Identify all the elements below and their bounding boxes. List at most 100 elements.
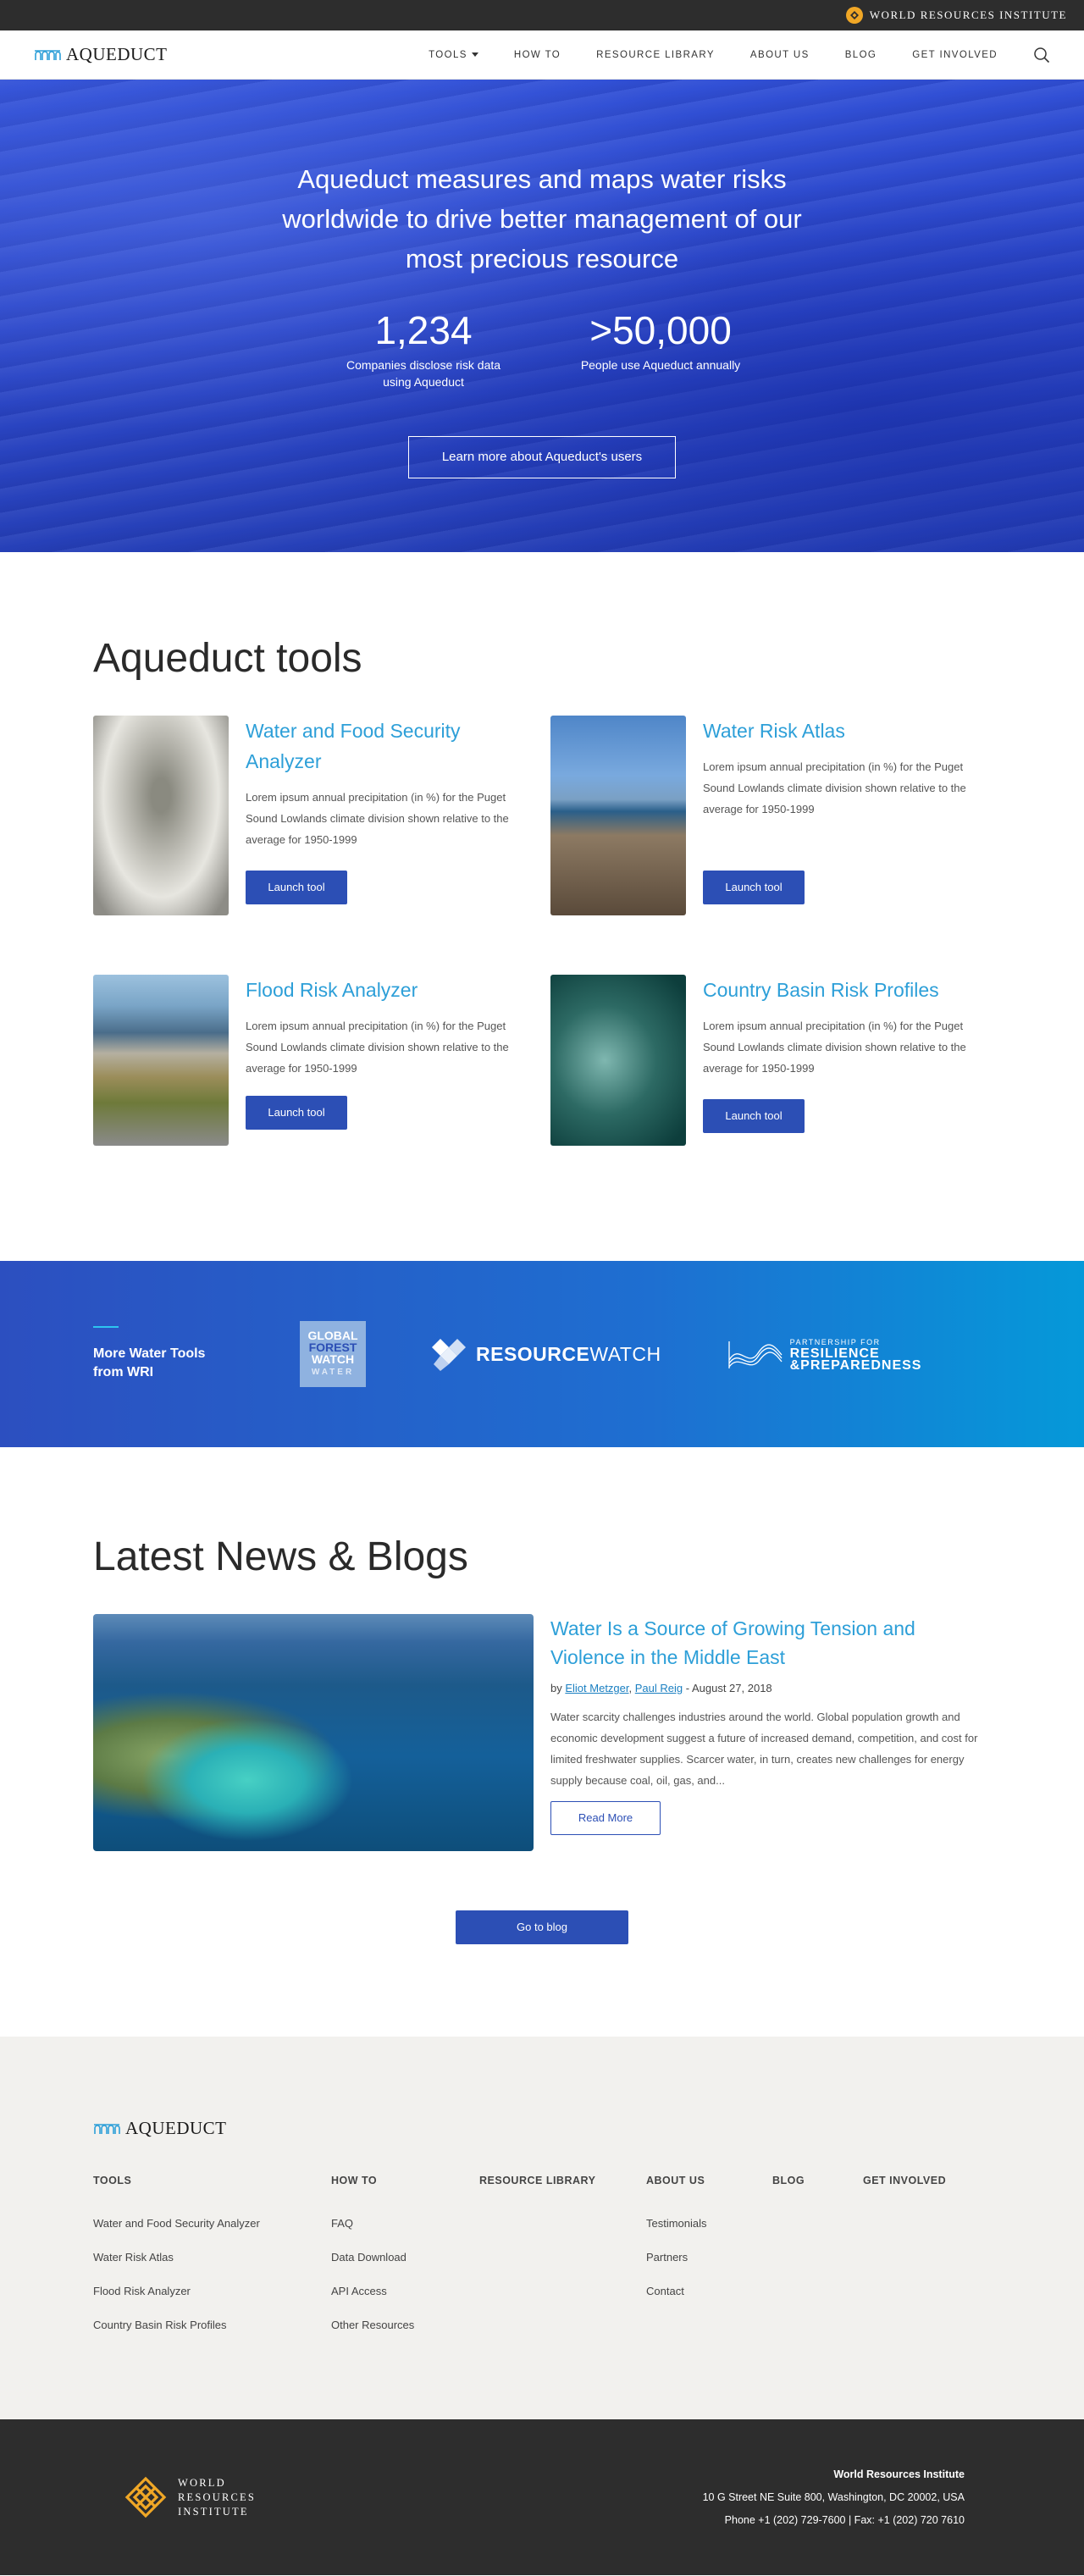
stat-label: Companies disclose risk data using Aqued… bbox=[346, 358, 501, 389]
global-forest-watch-water-logo[interactable]: GLOBAL FOREST WATCH WATER bbox=[300, 1321, 366, 1387]
footer-link[interactable]: Water Risk Atlas bbox=[93, 2251, 174, 2264]
prp-wave-icon bbox=[727, 1341, 783, 1368]
launch-tool-button[interactable]: Launch tool bbox=[246, 1096, 347, 1130]
footer-aqueduct-logo[interactable]: AQUEDUCT bbox=[93, 2118, 991, 2139]
aqueduct-logo-icon bbox=[35, 49, 61, 60]
footer-head-resource-library[interactable]: RESOURCE LIBRARY bbox=[479, 2175, 595, 2186]
tool-image bbox=[550, 716, 686, 915]
footer-col-tools: TOOLS Water and Food Security Analyzer W… bbox=[93, 2173, 331, 2342]
news-section: Latest News & Blogs Water Is a Source of… bbox=[0, 1447, 1084, 2037]
caret-down-icon bbox=[471, 53, 478, 57]
footer-head-tools[interactable]: TOOLS bbox=[93, 2175, 131, 2186]
tool-title[interactable]: Water Risk Atlas bbox=[703, 720, 845, 742]
footer-link[interactable]: FAQ bbox=[331, 2217, 353, 2230]
rw-rest: WATCH bbox=[589, 1342, 661, 1365]
aqueduct-logo[interactable]: AQUEDUCT bbox=[34, 44, 168, 65]
resource-watch-icon bbox=[432, 1339, 466, 1371]
prp-line2: &PREPAREDNESS bbox=[789, 1358, 922, 1373]
wri-footer-wordmark: WORLD RESOURCES INSTITUTE bbox=[178, 2476, 256, 2519]
article-date: - August 27, 2018 bbox=[683, 1682, 772, 1694]
launch-tool-button[interactable]: Launch tool bbox=[703, 1099, 805, 1133]
author-link[interactable]: Eliot Metzger bbox=[565, 1682, 628, 1694]
wri-line1: WORLD bbox=[178, 2476, 226, 2489]
partnership-resilience-logo[interactable]: PARTNERSHIP FOR RESILIENCE &PREPAREDNESS bbox=[727, 1335, 922, 1374]
tool-card-country-basin: Country Basin Risk Profiles Lorem ipsum … bbox=[550, 975, 1008, 1169]
footer-link[interactable]: Flood Risk Analyzer bbox=[93, 2285, 191, 2297]
wri-top-label: WORLD RESOURCES INSTITUTE bbox=[869, 8, 1067, 21]
tool-title[interactable]: Flood Risk Analyzer bbox=[246, 979, 418, 1001]
footer-link[interactable]: Testimonials bbox=[646, 2217, 707, 2230]
tool-card-water-risk-atlas: Water Risk Atlas Lorem ipsum annual prec… bbox=[550, 716, 1008, 975]
nav-resource-library[interactable]: RESOURCE LIBRARY bbox=[596, 50, 715, 60]
hero-stats: 1,234 Companies disclose risk data using… bbox=[0, 309, 1084, 390]
footer: AQUEDUCT TOOLS Water and Food Security A… bbox=[0, 2037, 1084, 2419]
footer-columns: TOOLS Water and Food Security Analyzer W… bbox=[93, 2173, 991, 2342]
author-link[interactable]: Paul Reig bbox=[635, 1682, 683, 1694]
nav-how-to[interactable]: HOW TO bbox=[514, 50, 561, 60]
footer-head-about-us[interactable]: ABOUT US bbox=[646, 2175, 705, 2186]
tool-image bbox=[550, 975, 686, 1146]
footer-link[interactable]: Data Download bbox=[331, 2251, 406, 2264]
footer-link[interactable]: Water and Food Security Analyzer bbox=[93, 2217, 260, 2230]
learn-more-users-button[interactable]: Learn more about Aqueduct's users bbox=[408, 436, 676, 478]
footer-link[interactable]: API Access bbox=[331, 2285, 387, 2297]
wri-line2: RESOURCES bbox=[178, 2490, 257, 2503]
nav-get-involved[interactable]: GET INVOLVED bbox=[912, 50, 998, 60]
aqueduct-logo-icon bbox=[94, 2123, 120, 2134]
tool-image bbox=[93, 716, 229, 915]
tool-grid: Water and Food Security Analyzer Lorem i… bbox=[93, 716, 991, 1169]
article-byline: by Eliot Metzger, Paul Reig - August 27,… bbox=[550, 1682, 772, 1694]
nav-about-us[interactable]: ABOUT US bbox=[750, 50, 810, 60]
tool-description: Lorem ipsum annual precipitation (in %) … bbox=[703, 760, 966, 815]
search-icon bbox=[1034, 47, 1050, 63]
wri-knot-icon bbox=[124, 2476, 167, 2518]
stat-people: >50,000 People use Aqueduct annually bbox=[580, 309, 741, 390]
tool-image bbox=[93, 975, 229, 1146]
footer-head-blog[interactable]: BLOG bbox=[772, 2175, 805, 2186]
footer-link[interactable]: Other Resources bbox=[331, 2319, 414, 2331]
tool-title[interactable]: Country Basin Risk Profiles bbox=[703, 979, 939, 1001]
byline-prefix: by bbox=[550, 1682, 562, 1694]
footer-col-resource-library: RESOURCE LIBRARY bbox=[479, 2173, 646, 2342]
nav-blog[interactable]: BLOG bbox=[845, 50, 877, 60]
footer-address: World Resources Institute 10 G Street NE… bbox=[703, 2463, 965, 2532]
hero-section: Aqueduct measures and maps water risks w… bbox=[0, 80, 1084, 552]
launch-tool-button[interactable]: Launch tool bbox=[703, 871, 805, 904]
news-title: Latest News & Blogs bbox=[93, 1534, 468, 1579]
nav-tools[interactable]: TOOLS bbox=[429, 50, 478, 60]
stat-value: >50,000 bbox=[589, 308, 732, 352]
gfw-line1: GLOBAL bbox=[307, 1329, 358, 1342]
tool-card-flood-risk: Flood Risk Analyzer Lorem ipsum annual p… bbox=[93, 975, 550, 1169]
footer-link[interactable]: Country Basin Risk Profiles bbox=[93, 2319, 227, 2331]
launch-tool-button[interactable]: Launch tool bbox=[246, 871, 347, 904]
wri-footer-logo[interactable]: WORLD RESOURCES INSTITUTE bbox=[124, 2475, 256, 2519]
tool-card-water-food: Water and Food Security Analyzer Lorem i… bbox=[93, 716, 550, 975]
tool-description: Lorem ipsum annual precipitation (in %) … bbox=[246, 791, 509, 846]
wri-line3: INSTITUTE bbox=[178, 2505, 249, 2518]
stat-value: 1,234 bbox=[374, 308, 473, 352]
tool-description: Lorem ipsum annual precipitation (in %) … bbox=[703, 1020, 966, 1075]
go-to-blog-button[interactable]: Go to blog bbox=[456, 1910, 628, 1944]
footer-link[interactable]: Partners bbox=[646, 2251, 688, 2264]
gfw-line2: FOREST bbox=[308, 1341, 357, 1354]
footer-link[interactable]: Contact bbox=[646, 2285, 684, 2297]
tool-description: Lorem ipsum annual precipitation (in %) … bbox=[246, 1020, 509, 1075]
nav-tools-label: TOOLS bbox=[429, 49, 467, 60]
wri-top-link[interactable]: WORLD RESOURCES INSTITUTE bbox=[845, 7, 1067, 24]
site-header: AQUEDUCT TOOLS HOW TO RESOURCE LIBRARY A… bbox=[0, 30, 1084, 80]
blog-button-wrap: Go to blog bbox=[93, 1910, 991, 1944]
footer-head-how-to[interactable]: HOW TO bbox=[331, 2175, 377, 2186]
search-button[interactable] bbox=[1033, 47, 1050, 64]
resource-watch-logo[interactable]: RESOURCEWATCH bbox=[430, 1337, 661, 1371]
tool-title[interactable]: Water and Food Security Analyzer bbox=[246, 720, 461, 772]
address-street: 10 G Street NE Suite 800, Washington, DC… bbox=[702, 2490, 965, 2503]
stat-label: People use Aqueduct annually bbox=[580, 358, 741, 372]
footer-head-get-involved[interactable]: GET INVOLVED bbox=[863, 2175, 946, 2186]
top-bar: WORLD RESOURCES INSTITUTE bbox=[0, 0, 1084, 30]
news-card: Water Is a Source of Growing Tension and… bbox=[93, 1614, 991, 1851]
news-image[interactable] bbox=[93, 1614, 534, 1851]
footer-col-about-us: ABOUT US Testimonials Partners Contact bbox=[646, 2173, 772, 2342]
read-more-button[interactable]: Read More bbox=[550, 1801, 661, 1835]
article-title[interactable]: Water Is a Source of Growing Tension and… bbox=[550, 1617, 915, 1668]
footer-bottom: WORLD RESOURCES INSTITUTE World Resource… bbox=[0, 2419, 1084, 2575]
